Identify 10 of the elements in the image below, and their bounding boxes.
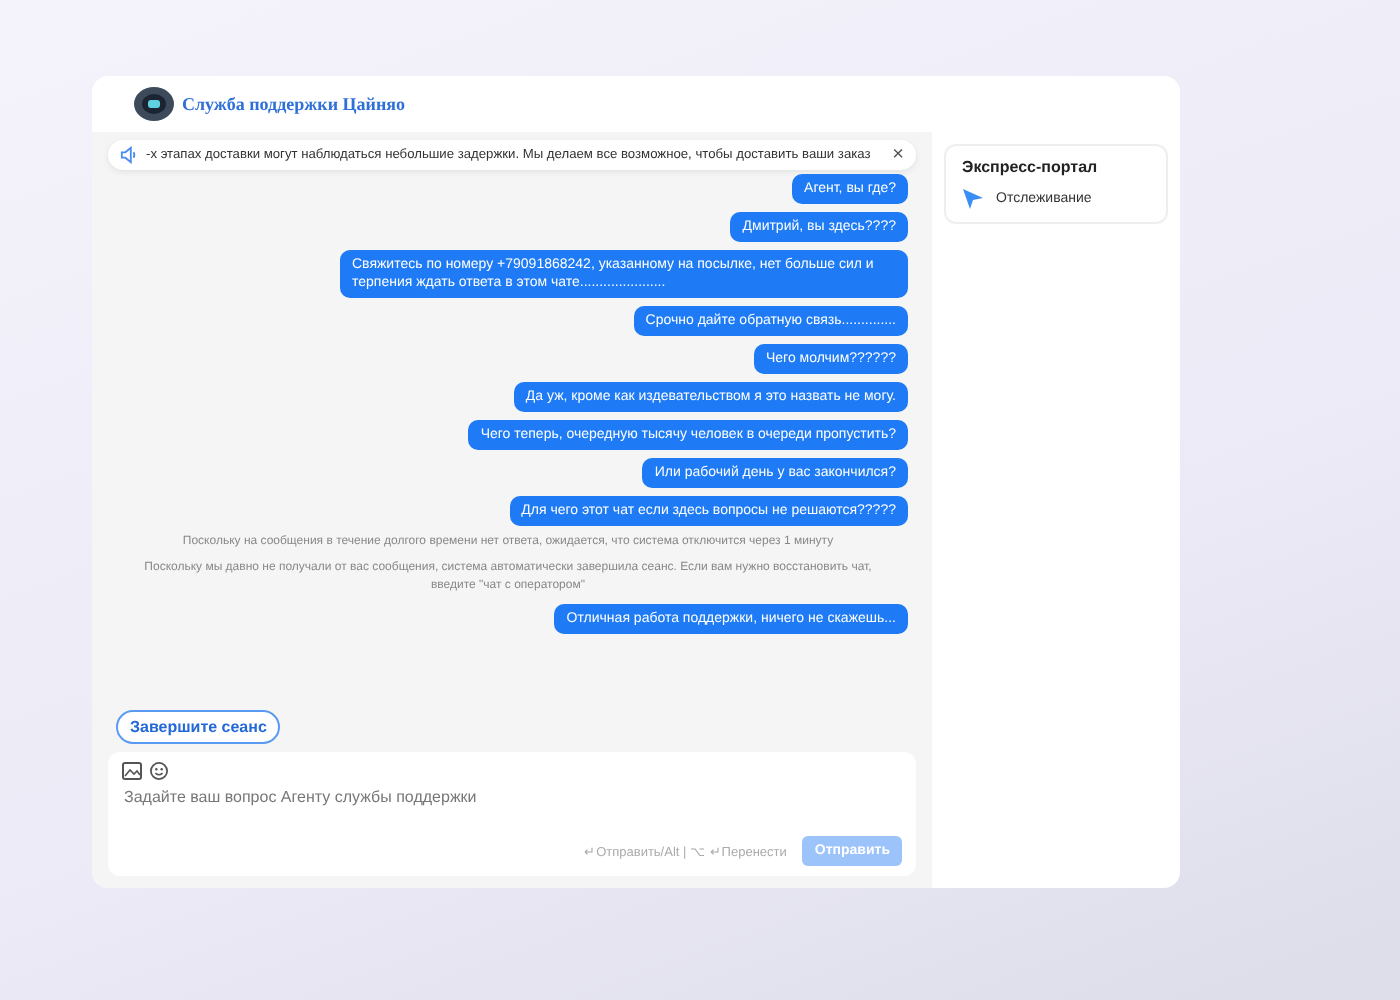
end-session-button[interactable]: Завершите сеанс — [116, 710, 281, 744]
speaker-icon — [120, 146, 138, 164]
portal-title: Экспресс-портал — [962, 158, 1100, 176]
robot-avatar-icon — [132, 86, 176, 122]
close-button[interactable]: × — [892, 145, 904, 165]
paper-plane-icon — [962, 188, 984, 210]
window-title: Служба поддержки Цайняо — [182, 94, 406, 114]
message-input[interactable]: Задайте ваш вопрос Агенту службы поддержки — [122, 780, 726, 814]
image-icon[interactable] — [122, 762, 142, 780]
emoji-icon[interactable] — [150, 762, 168, 780]
